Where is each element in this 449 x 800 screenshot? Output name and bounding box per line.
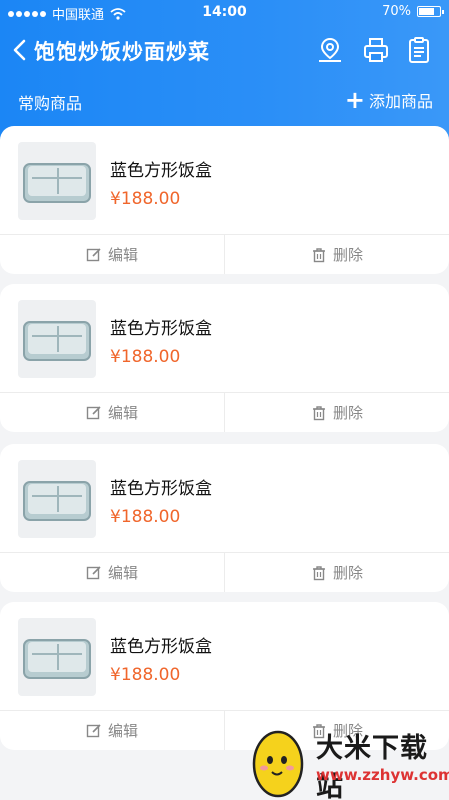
battery-label: 70%	[382, 4, 411, 19]
edit-icon	[86, 247, 101, 261]
delete-button[interactable]: 删除	[224, 393, 449, 432]
delete-button[interactable]: 删除	[224, 235, 449, 274]
card-actions: 编辑 删除	[0, 552, 449, 592]
battery-icon	[417, 6, 444, 17]
product-price: ¥188.00	[110, 189, 181, 209]
product-info[interactable]: 蓝色方形饭盒 ¥188.00	[0, 284, 449, 392]
trash-icon	[312, 247, 325, 262]
watermark-url: www.zzhyw.com	[316, 766, 449, 784]
product-info[interactable]: 蓝色方形饭盒 ¥188.00	[0, 602, 449, 710]
status-right: 70%	[382, 4, 444, 19]
product-image	[18, 300, 96, 378]
section-title: 常购商品	[18, 94, 83, 113]
delete-label: 删除	[332, 246, 363, 264]
status-bar: 中国联通 14:00 70%	[0, 0, 449, 24]
clipboard-icon[interactable]	[405, 36, 433, 64]
printer-icon[interactable]	[362, 36, 390, 64]
product-card: 蓝色方形饭盒 ¥188.00 编辑 删除	[0, 444, 449, 592]
add-product-label: 添加商品	[368, 92, 433, 111]
product-card: 蓝色方形饭盒 ¥188.00 编辑 删除	[0, 284, 449, 432]
edit-label: 编辑	[107, 722, 138, 740]
edit-label: 编辑	[107, 564, 138, 582]
plus-icon: +	[344, 86, 365, 114]
nav-bar: 饱饱炒饭炒面炒菜	[0, 28, 449, 72]
delete-label: 删除	[332, 564, 363, 582]
product-info[interactable]: 蓝色方形饭盒 ¥188.00	[0, 444, 449, 552]
product-price: ¥188.00	[110, 665, 181, 685]
card-actions: 编辑 删除	[0, 234, 449, 274]
product-card: 蓝色方形饭盒 ¥188.00 编辑 删除	[0, 126, 449, 274]
card-actions: 编辑 删除	[0, 392, 449, 432]
add-product-button[interactable]: + 添加商品	[345, 88, 433, 112]
edit-button[interactable]: 编辑	[0, 553, 224, 592]
product-name: 蓝色方形饭盒	[110, 161, 212, 181]
product-image	[18, 142, 96, 220]
watermark: 大米下载站 www.zzhyw.com	[244, 716, 449, 800]
edit-icon	[86, 405, 101, 419]
product-image	[18, 460, 96, 538]
product-price: ¥188.00	[110, 347, 181, 367]
delete-label: 删除	[332, 404, 363, 422]
product-info[interactable]: 蓝色方形饭盒 ¥188.00	[0, 126, 449, 234]
edit-icon	[86, 565, 101, 579]
product-name: 蓝色方形饭盒	[110, 637, 212, 657]
product-name: 蓝色方形饭盒	[110, 319, 212, 339]
product-name: 蓝色方形饭盒	[110, 479, 212, 499]
edit-label: 编辑	[107, 404, 138, 422]
page-title: 饱饱炒饭炒面炒菜	[34, 40, 210, 64]
edit-button[interactable]: 编辑	[0, 711, 224, 750]
edit-label: 编辑	[107, 246, 138, 264]
edit-icon	[86, 723, 101, 737]
watermark-text: 大米下载站	[316, 733, 428, 800]
back-chevron-icon[interactable]	[10, 36, 30, 64]
edit-button[interactable]: 编辑	[0, 393, 224, 432]
delete-button[interactable]: 删除	[224, 553, 449, 592]
location-icon[interactable]	[316, 36, 344, 64]
mascot-logo-icon	[252, 730, 304, 798]
section-header: 常购商品 + 添加商品	[0, 86, 449, 114]
trash-icon	[312, 565, 325, 580]
product-price: ¥188.00	[110, 507, 181, 527]
trash-icon	[312, 405, 325, 420]
edit-button[interactable]: 编辑	[0, 235, 224, 274]
product-image	[18, 618, 96, 696]
